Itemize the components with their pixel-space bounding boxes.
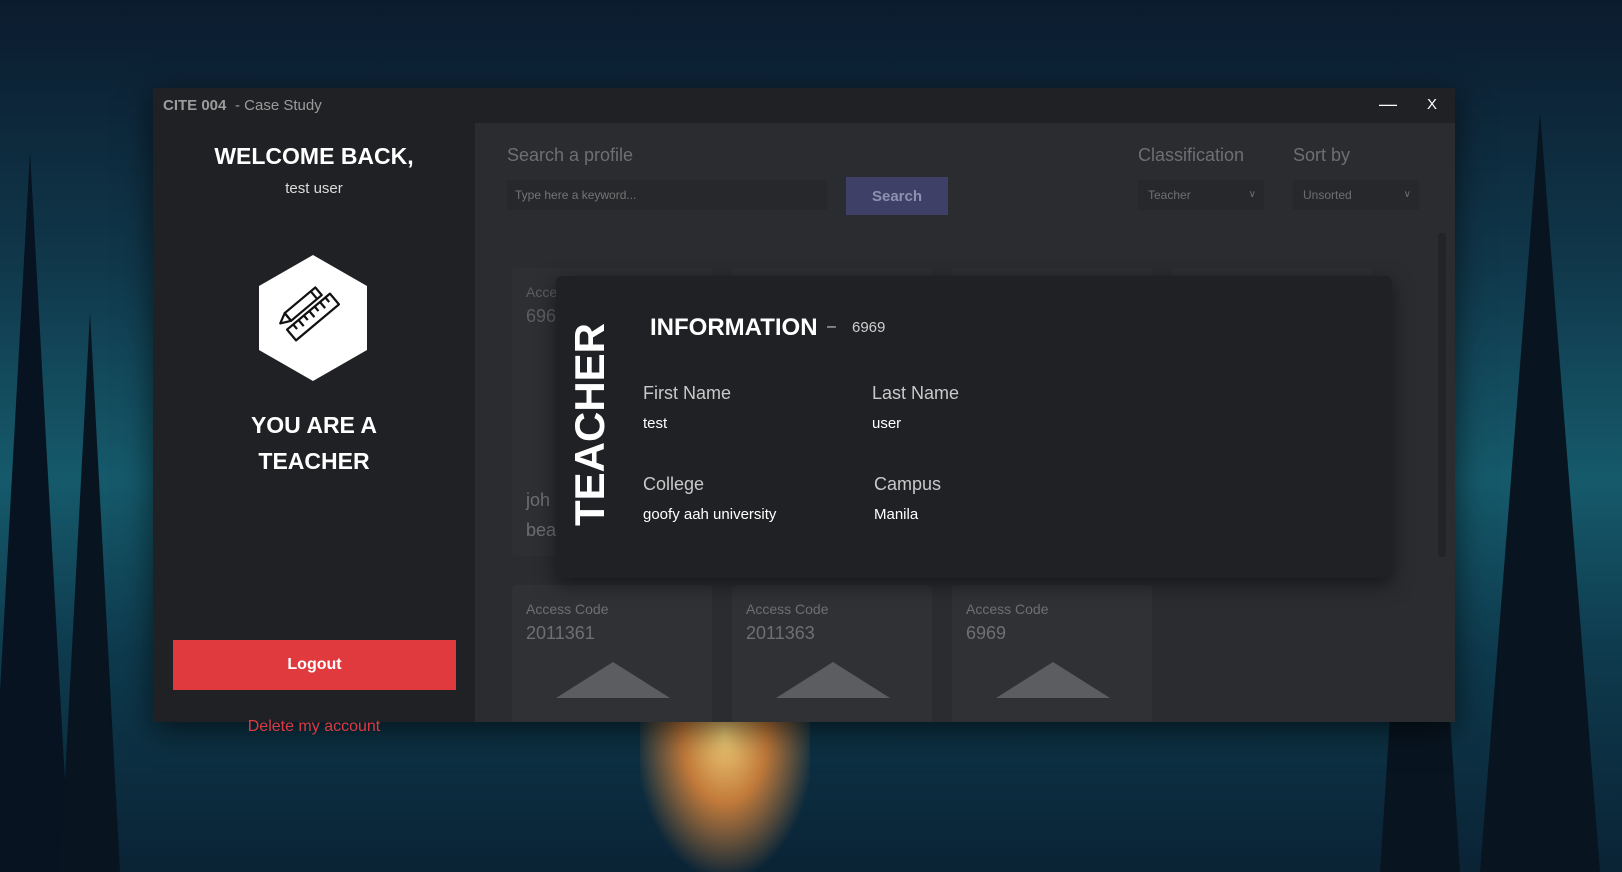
first-name-value: test (643, 415, 668, 432)
wallpaper-tree (1480, 112, 1600, 872)
title-separator: – (827, 318, 836, 335)
role-line-1: YOU ARE A (250, 412, 378, 438)
welcome-heading: WELCOME BACK, (214, 143, 414, 169)
profile-last-name: bea (526, 520, 557, 540)
chevron-down-icon: ∨ (1248, 189, 1256, 200)
search-input[interactable] (507, 180, 827, 210)
profile-card[interactable]: Access Code 2011361 (512, 585, 712, 722)
last-name-label: Last Name (872, 383, 960, 403)
minimize-button[interactable]: — (1373, 90, 1403, 120)
classification-value: Teacher (1148, 188, 1191, 202)
search-button[interactable]: Search (846, 177, 948, 215)
last-name-value: user (872, 415, 902, 432)
access-code-label: Access Code (966, 601, 1049, 617)
classification-select[interactable]: Teacher ∨ (1138, 180, 1264, 210)
app-subtitle: - Case Study (235, 97, 322, 114)
hexagon-badge (259, 255, 367, 381)
access-code-label: Access Code (746, 601, 829, 617)
profile-first-name: joh (526, 490, 551, 510)
college-value: goofy aah university (643, 506, 777, 523)
access-code-value: 696 (526, 306, 557, 326)
wallpaper-tree (60, 312, 120, 872)
classification-label: Classification (1138, 145, 1245, 165)
profile-id: 6969 (852, 319, 886, 336)
profile-hexagon-icon (996, 662, 1110, 698)
role-vertical-text: TEACHER (566, 322, 613, 526)
close-button[interactable]: X (1417, 90, 1447, 120)
access-code-label: Acce (526, 284, 558, 300)
campus-label: Campus (874, 474, 942, 494)
logout-button[interactable]: Logout (173, 640, 456, 690)
first-name-label: First Name (643, 383, 732, 403)
search-label: Search a profile (507, 145, 634, 165)
sort-select[interactable]: Unsorted ∨ (1293, 180, 1419, 210)
username-label: test user (285, 180, 343, 197)
college-label: College (643, 474, 705, 494)
access-code-value: 6969 (966, 623, 1007, 643)
profile-hexagon-icon (556, 662, 670, 698)
information-modal[interactable]: TEACHER INFORMATION – 6969 First Name te… (556, 276, 1392, 578)
title-bar[interactable]: CITE 004 - Case Study — X (153, 88, 1455, 123)
information-title: INFORMATION (650, 314, 818, 341)
sidebar: WELCOME BACK, test user YOU ARE A TEACHE… (153, 123, 475, 735)
campus-value: Manila (874, 506, 919, 523)
role-line-2: TEACHER (258, 448, 370, 474)
access-code-value: 2011363 (746, 623, 815, 643)
app-name: CITE 004 (163, 97, 227, 114)
role-title: YOU ARE A TEACHER (153, 407, 475, 479)
profile-hexagon-icon (776, 662, 890, 698)
role-vertical-label: TEACHER (566, 296, 614, 536)
role-badge (257, 253, 369, 383)
sort-value: Unsorted (1303, 188, 1352, 202)
scrollbar[interactable] (1438, 233, 1446, 557)
access-code-label: Access Code (526, 601, 609, 617)
chevron-down-icon: ∨ (1403, 189, 1411, 200)
profile-card[interactable]: Access Code 2011363 (732, 585, 932, 722)
access-code-value: 2011361 (526, 623, 595, 643)
profile-card[interactable]: Access Code 6969 (952, 585, 1152, 722)
delete-account-link[interactable]: Delete my account (153, 718, 475, 736)
wallpaper-river-glow (640, 700, 810, 872)
sort-label: Sort by (1293, 145, 1351, 165)
